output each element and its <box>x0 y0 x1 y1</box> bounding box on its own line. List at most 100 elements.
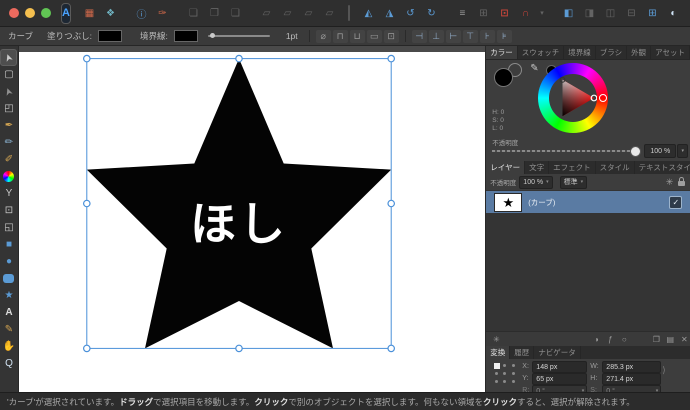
tab-appearance[interactable]: 外観 <box>627 46 651 59</box>
boolean-divide-icon[interactable]: ⊟ <box>623 5 640 22</box>
snapping-presets-icon[interactable]: ⊞ <box>475 5 492 22</box>
document-setup-icon[interactable]: ❏ <box>185 5 202 22</box>
move-tool[interactable]: ➤ <box>0 49 17 66</box>
rectangle-tool[interactable]: ■ <box>0 236 17 253</box>
pen-tool[interactable]: ✒ <box>0 117 17 134</box>
align-top-icon[interactable]: ⊤ <box>463 30 478 43</box>
fill-swatch[interactable] <box>98 30 122 42</box>
flip-vertical-icon[interactable]: ◮ <box>381 5 398 22</box>
blend-mode-dropdown[interactable]: 標準▾ <box>560 176 588 189</box>
zoom-tool[interactable]: Q <box>0 355 17 372</box>
tab-layers[interactable]: レイヤー <box>486 161 525 174</box>
tab-styles[interactable]: スタイル <box>596 161 635 174</box>
handle-middle-right[interactable] <box>388 200 394 206</box>
tab-transform[interactable]: 変換 <box>486 346 510 359</box>
group-icon[interactable]: ▱ <box>279 5 296 22</box>
point-transform-tool[interactable]: ◰ <box>0 100 17 117</box>
designer-persona-button[interactable]: A <box>61 3 71 24</box>
colour-picker-tool[interactable]: ✎ <box>0 321 17 338</box>
snapping-caret-icon[interactable]: ▾ <box>538 5 546 22</box>
stroke-pressure-icon[interactable]: ⊡ <box>384 30 399 43</box>
anchor-bottom-left[interactable] <box>495 380 498 383</box>
anchor-top-right[interactable] <box>512 364 515 367</box>
slider-knob[interactable] <box>210 33 215 38</box>
export-persona-icon[interactable]: ❖ <box>102 5 119 22</box>
handle-middle-left[interactable] <box>84 200 90 206</box>
align-left-icon[interactable]: ⊣ <box>412 30 427 43</box>
stroke-cap-icon[interactable]: ⌀ <box>316 30 331 43</box>
align-center-icon[interactable]: ⊥ <box>429 30 444 43</box>
color-picker-icon[interactable]: ✎ <box>530 63 538 74</box>
delete-layer-icon[interactable]: ✕ <box>677 335 690 344</box>
transparency-tool[interactable]: Y <box>0 185 17 202</box>
canvas-area[interactable]: ほし <box>19 46 485 392</box>
snapping-options-icon[interactable]: ⊡ <box>496 5 513 22</box>
y-input[interactable]: 65 px <box>532 373 587 385</box>
opacity-slider[interactable] <box>492 150 634 152</box>
view-tool[interactable]: ✋ <box>0 338 17 355</box>
handle-bottom-left[interactable] <box>84 345 90 351</box>
opacity-stepper[interactable]: ▾ <box>677 144 688 158</box>
insert-behind-icon[interactable]: ◓ <box>686 5 690 22</box>
align-right-icon[interactable]: ⊢ <box>446 30 461 43</box>
node-tool[interactable]: ➤ <box>0 83 17 100</box>
mask-icon[interactable]: ○ <box>617 335 631 344</box>
align-middle-icon[interactable]: ⊦ <box>480 30 495 43</box>
star-text[interactable]: ほし <box>190 198 288 250</box>
boolean-combine-icon[interactable]: ⊞ <box>644 5 661 22</box>
info-icon[interactable]: ⓘ <box>133 5 150 22</box>
layer-lock-icon[interactable] <box>678 181 685 186</box>
corner-tool[interactable]: ◱ <box>0 219 17 236</box>
tab-swatches[interactable]: スウォッチ <box>518 46 565 59</box>
preferences-icon[interactable]: ✑ <box>154 5 171 22</box>
anchor-top-center[interactable] <box>503 364 506 367</box>
tab-color[interactable]: カラー <box>486 46 518 59</box>
boolean-subtract-icon[interactable]: ◨ <box>581 5 598 22</box>
tab-stroke[interactable]: 境界線 <box>564 46 596 59</box>
clipping-icon[interactable]: ❐ <box>206 5 223 22</box>
opacity-slider-knob[interactable] <box>630 146 641 157</box>
tab-navigator[interactable]: ナビゲータ <box>534 346 581 359</box>
rotate-cw-icon[interactable]: ↻ <box>423 5 440 22</box>
flip-horizontal-icon[interactable]: ◭ <box>360 5 377 22</box>
layer-settings-icon[interactable]: ✳ <box>666 177 674 188</box>
layer-list[interactable]: ★ (カーブ) ✓ <box>486 190 690 331</box>
tab-text-styles[interactable]: テキストスタイル <box>635 161 690 174</box>
artboard-tool[interactable]: ▢ <box>0 66 17 83</box>
w-input[interactable]: 285.3 px <box>602 361 661 373</box>
close-button[interactable] <box>9 8 19 18</box>
h-input[interactable]: 271.4 px <box>602 373 661 385</box>
handle-top-right[interactable] <box>388 55 394 61</box>
layer-row[interactable]: ★ (カーブ) ✓ <box>486 191 690 213</box>
adjustment-icon[interactable]: ◑ <box>589 335 603 344</box>
rotate-canvas-icon[interactable]: ❑ <box>227 5 244 22</box>
fill-color-swatch[interactable] <box>494 68 513 87</box>
anchor-selector[interactable] <box>494 363 516 385</box>
boolean-intersect-icon[interactable]: ◫ <box>602 5 619 22</box>
stroke-join-icon[interactable]: ⊓ <box>333 30 348 43</box>
pencil-tool[interactable]: ✏ <box>0 134 17 151</box>
tab-history[interactable]: 履歴 <box>510 346 534 359</box>
layer-name[interactable]: (カーブ) <box>528 197 555 208</box>
hue-ring-marker[interactable] <box>599 94 607 102</box>
duplicate-icon[interactable]: ▱ <box>258 5 275 22</box>
document-page[interactable]: ほし <box>19 52 486 392</box>
ellipse-tool[interactable]: ● <box>0 253 17 270</box>
stroke-align-icon[interactable]: ⊔ <box>350 30 365 43</box>
layer-opacity-dropdown[interactable]: 100 %▾ <box>519 176 552 189</box>
rotate-ccw-icon[interactable]: ↺ <box>402 5 419 22</box>
saturation-triangle[interactable] <box>549 74 597 122</box>
align-bottom-icon[interactable]: ⊧ <box>497 30 512 43</box>
layer-effects-icon[interactable]: ƒ <box>603 335 617 344</box>
anchor-center[interactable] <box>503 372 506 375</box>
anchor-top-left[interactable] <box>494 363 500 369</box>
stroke-width-value[interactable]: 1pt <box>286 31 298 41</box>
zoom-button[interactable] <box>41 8 51 18</box>
link-dimensions-icon[interactable]: ⟩ <box>662 365 666 376</box>
stroke-width-slider[interactable] <box>208 35 270 37</box>
anchor-middle-right[interactable] <box>512 372 515 375</box>
layer-visibility-checkbox[interactable]: ✓ <box>669 196 682 209</box>
x-input[interactable]: 148 px <box>532 361 587 373</box>
handle-bottom-right[interactable] <box>388 345 394 351</box>
document-title[interactable]: <名称未設定> (210.7%) <box>348 5 350 21</box>
